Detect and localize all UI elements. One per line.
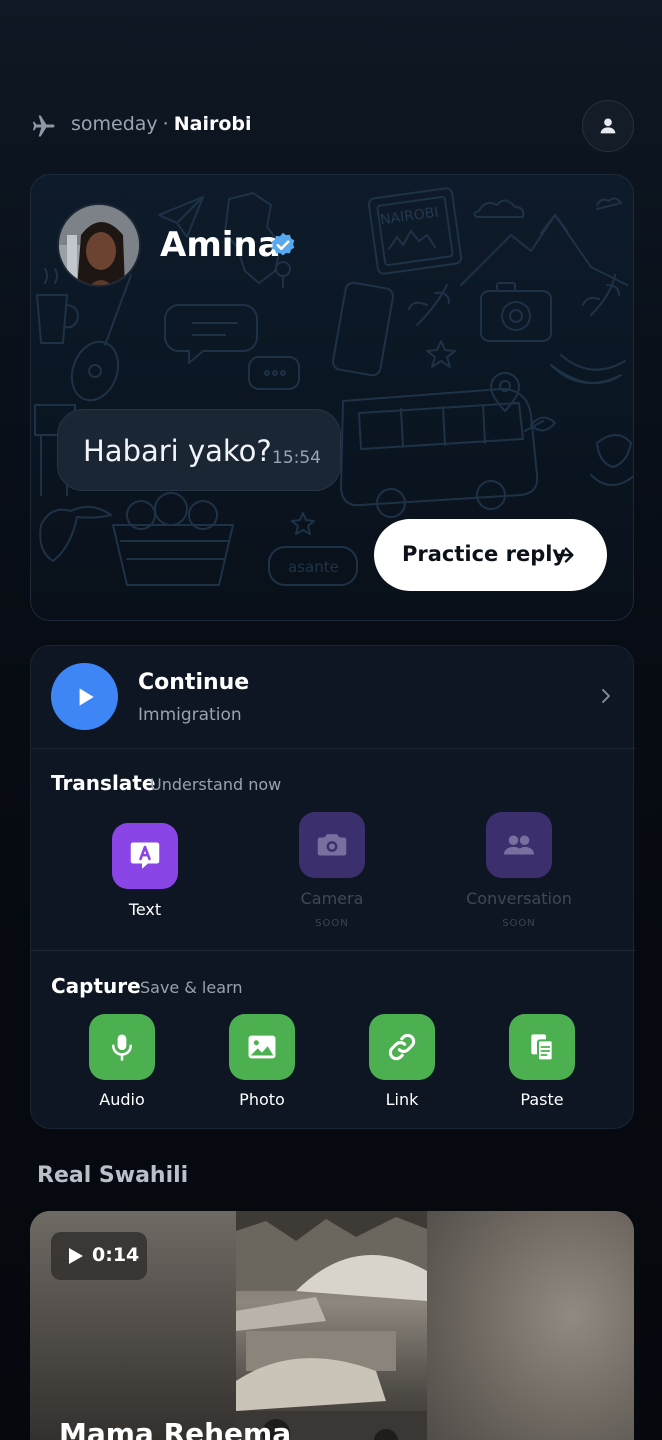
header: someday · Nairobi bbox=[30, 100, 634, 152]
capture-paste-tile[interactable] bbox=[509, 1014, 575, 1080]
translate-text-tile[interactable] bbox=[112, 823, 178, 889]
capture-link-tile[interactable] bbox=[369, 1014, 435, 1080]
duration-badge: 0:14 bbox=[51, 1232, 147, 1280]
translate-conversation-label: Conversation bbox=[466, 889, 572, 908]
translate-conversation-tile bbox=[486, 812, 552, 878]
image-icon bbox=[248, 1035, 276, 1059]
capture-audio-label: Audio bbox=[99, 1090, 145, 1109]
location-label: someday · Nairobi bbox=[71, 113, 252, 135]
contact-avatar[interactable] bbox=[57, 203, 141, 287]
message-text: Habari yako? bbox=[83, 434, 272, 468]
link-icon bbox=[388, 1033, 416, 1061]
capture-link-label: Link bbox=[385, 1090, 419, 1109]
video-title: Mama Rehema bbox=[59, 1417, 292, 1440]
video-thumbnail bbox=[236, 1211, 427, 1440]
translate-text-icon bbox=[130, 842, 160, 869]
message-time: 15:54 bbox=[272, 448, 321, 468]
paste-icon bbox=[531, 1034, 554, 1062]
capture-title: Capture bbox=[51, 974, 141, 998]
people-icon bbox=[503, 835, 535, 855]
verified-check-icon bbox=[271, 232, 295, 256]
capture-photo-label: Photo bbox=[239, 1090, 285, 1109]
divider bbox=[31, 950, 635, 951]
real-swahili-title: Real Swahili bbox=[37, 1163, 189, 1188]
location-separator: · bbox=[162, 113, 169, 135]
play-small-icon bbox=[69, 1248, 83, 1264]
continue-subtitle: Immigration bbox=[138, 705, 242, 725]
capture-paste-label: Paste bbox=[520, 1090, 564, 1109]
profile-button[interactable] bbox=[582, 100, 634, 152]
home-screen: someday · Nairobi Amina Habari yako? 15:… bbox=[0, 0, 662, 1440]
video-card[interactable]: 0:14 Mama Rehema bbox=[30, 1211, 634, 1440]
conversation-hero-card: Amina Habari yako? 15:54 Practice reply bbox=[30, 174, 634, 621]
capture-subtitle: Save & learn bbox=[140, 978, 243, 997]
translate-camera-label: Camera bbox=[300, 889, 364, 908]
translate-title: Translate bbox=[51, 771, 156, 795]
contact-name: Amina bbox=[160, 225, 281, 265]
chevron-right-icon bbox=[602, 689, 610, 703]
practice-reply-label: Practice reply bbox=[402, 542, 567, 566]
capture-audio-tile[interactable] bbox=[89, 1014, 155, 1080]
actions-card: Continue Immigration Translate Understan… bbox=[30, 645, 635, 1129]
video-thumbnail-right bbox=[427, 1211, 634, 1440]
practice-reply-button[interactable]: Practice reply bbox=[374, 519, 607, 591]
user-icon bbox=[600, 118, 616, 134]
translate-subtitle: Understand now bbox=[150, 775, 282, 794]
airplane-icon bbox=[32, 115, 55, 137]
market-scene bbox=[236, 1211, 427, 1440]
continue-row[interactable]: Continue Immigration bbox=[31, 646, 635, 748]
translate-camera-soon: SOON bbox=[315, 918, 349, 929]
divider bbox=[31, 748, 635, 749]
arrow-right-icon bbox=[555, 547, 574, 563]
play-icon bbox=[79, 687, 94, 706]
continue-play-button[interactable] bbox=[51, 663, 118, 730]
capture-photo-tile[interactable] bbox=[229, 1014, 295, 1080]
translate-camera-tile bbox=[299, 812, 365, 878]
location-prefix: someday bbox=[71, 113, 158, 135]
message-bubble: Habari yako? 15:54 bbox=[57, 409, 341, 491]
microphone-icon bbox=[112, 1034, 132, 1061]
translate-text-label: Text bbox=[128, 900, 162, 919]
continue-title: Continue bbox=[138, 670, 250, 695]
video-duration: 0:14 bbox=[92, 1244, 140, 1266]
avatar-portrait bbox=[59, 205, 139, 285]
translate-conversation-soon: SOON bbox=[502, 918, 536, 929]
camera-icon bbox=[317, 834, 347, 856]
location-city: Nairobi bbox=[173, 113, 252, 135]
